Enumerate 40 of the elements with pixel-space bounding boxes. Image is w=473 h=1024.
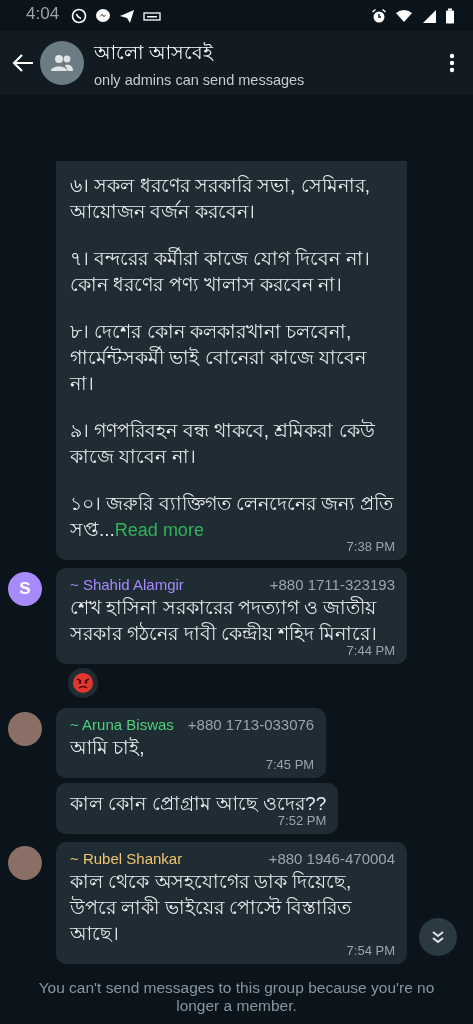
sender-name[interactable]: ~ Rubel Shankar [70,850,183,867]
messenger-icon [95,7,112,24]
group-title[interactable]: আলো আসবেই [94,38,443,70]
sender-phone: +880 1713-033076 [187,716,315,733]
notice-text: You can't send messages to this group because you're no longer a member. [37,979,436,1015]
sender-phone: +880 1946-470004 [268,850,395,867]
sender-phone: +880 1711-323193 [269,576,395,593]
message-text: শেখ হাসিনা সরকারের পদত্যাগ ও জাতীয় সরকার গঠনের দাবী কেন্দ্রীয় শহিদ মিনারে। [70,595,379,646]
paper-plane-icon [119,7,136,24]
status-time: 4:04 [26,3,60,24]
sender-name[interactable]: ~ Aruna Biswas [70,716,174,733]
angry-face-icon [72,672,94,694]
avatar-photo-placeholder[interactable] [8,846,42,880]
message-text: আমি চাই, [70,736,146,760]
sender-name[interactable]: ~ Shahid Alamgir [70,576,184,593]
scroll-down-button[interactable] [419,918,457,956]
avatar-photo-placeholder[interactable] [8,712,42,746]
message-text: ৭। বন্দরের কর্মীরা কাজে যোগ দিবেন না। কোন ধরণের পণ্য খালাস করবেন না। [70,246,371,297]
battery-icon [445,7,455,24]
message-text: কাল কোন প্রোগ্রাম আছে ওদের?? [70,792,327,816]
message-text: ৬। সকল ধরণের সরকারি সভা, সেমিনার, আয়োজন বর্জন করবেন। [70,174,371,224]
double-chevron-icon [430,929,446,945]
message-text: ৮। দেশের কোন কলকারখানা চলবেনা, গার্মেন্টসকর্মী ভাই বোনেরা কাজে যাবেন না। [70,320,368,396]
wifi-icon [395,8,413,23]
message-time: 7:38 PM [345,539,395,554]
chat-app-icon [71,7,88,24]
message-time: 7:52 PM [276,813,327,828]
more-icon [449,53,455,73]
message-time: 7:45 PM [264,757,315,772]
group-subtitle: only admins can send messages [94,72,306,88]
group-avatar-icon[interactable] [40,41,84,85]
message-text: কাল থেকে অসহযোগের ডাক দিয়েছে, উপরে লাকী ভাইয়ের পোস্টে বিস্তারিত আছে। [70,870,353,946]
message-text: ১০। জরুরি ব্যাক্তিগত লেনদেনের জন্য প্রতি সপ্ত...Read more [70,492,395,542]
message-time: 7:44 PM [345,643,395,658]
read-more-link[interactable]: Read more [114,520,204,540]
message-text: ৯। গণপরিবহন বন্ধ থাকবে, শ্রমিকরা কেউ কাজে যাবেন না। [70,418,376,469]
keyboard-icon [143,9,162,22]
message-time: 7:54 PM [345,943,395,958]
alarm-icon [371,7,387,24]
back-arrow-icon [12,53,34,73]
